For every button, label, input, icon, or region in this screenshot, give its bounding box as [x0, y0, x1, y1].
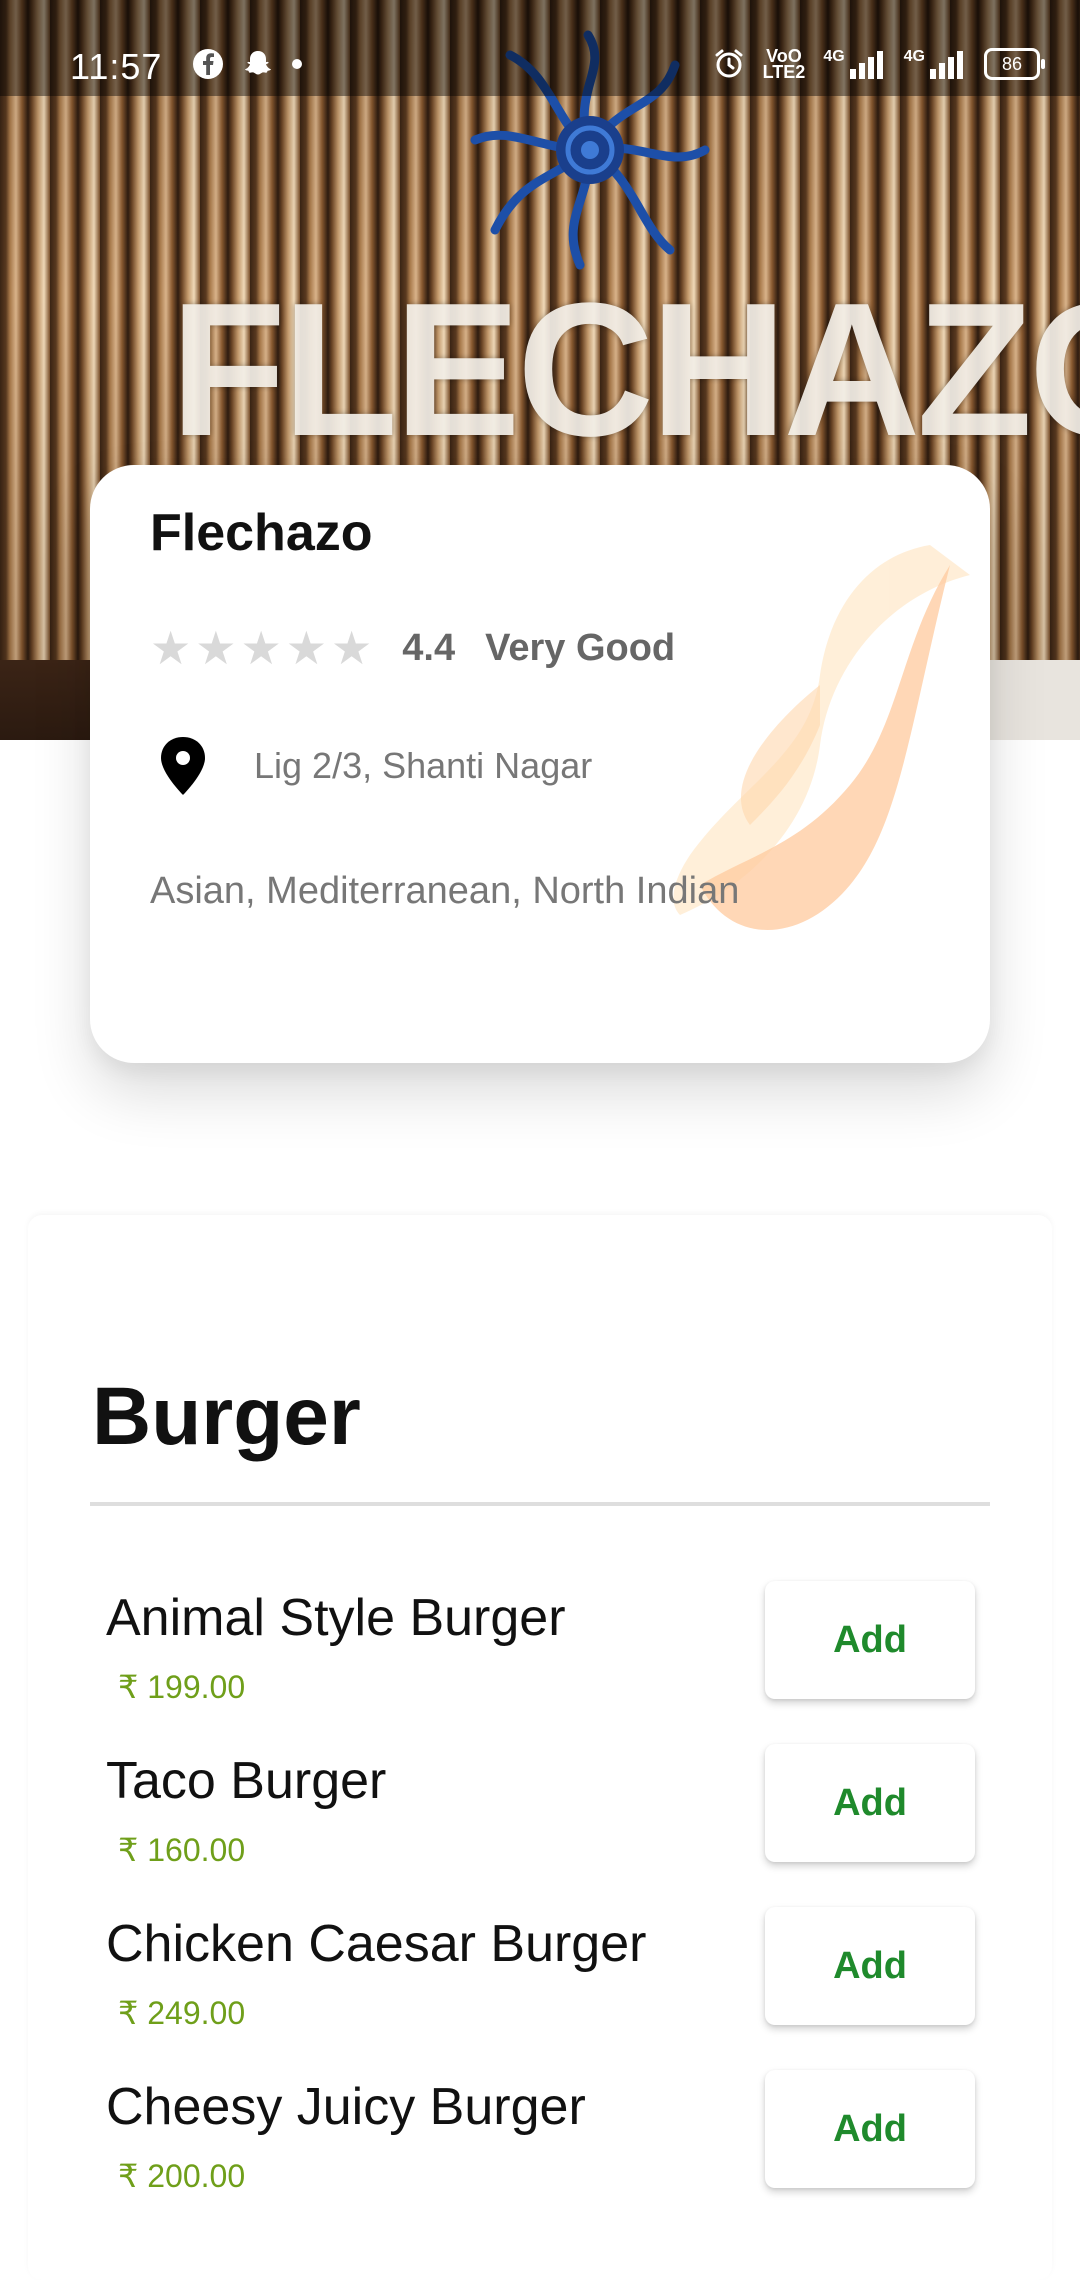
- snapchat-icon: [245, 51, 271, 75]
- menu-item-price: ₹ 249.00: [118, 1995, 246, 2031]
- restaurant-address: Lig 2/3, Shanti Nagar: [254, 745, 593, 786]
- rating-label: Very Good: [485, 626, 676, 669]
- menu-item-price: ₹ 160.00: [118, 1832, 246, 1868]
- location-pin-icon: [161, 737, 205, 795]
- signal-2: 4G: [904, 49, 966, 79]
- menu-item: Cheesy Juicy Burger ₹ 200.00 Add: [0, 2070, 1080, 2240]
- battery-icon: 86: [984, 48, 1045, 80]
- volte-indicator: VoO LTE2: [762, 47, 806, 82]
- network-type-2: 4G: [903, 48, 925, 65]
- menu-item-price: ₹ 199.00: [118, 1669, 246, 1705]
- flame-logo-icon: [673, 545, 970, 930]
- menu-item: Animal Style Burger ₹ 199.00 Add: [0, 1581, 1080, 1751]
- menu-item-name: Cheesy Juicy Burger: [106, 2078, 586, 2136]
- signal-bars-icon: [849, 51, 883, 79]
- add-button[interactable]: Add: [765, 1581, 975, 1699]
- menu-item-name: Taco Burger: [106, 1752, 387, 1810]
- menu-section-title: Burger: [92, 1371, 361, 1462]
- menu-item: Taco Burger ₹ 160.00 Add: [0, 1744, 1080, 1914]
- menu-item-name: Chicken Caesar Burger: [106, 1915, 647, 1973]
- notification-icons: [192, 48, 302, 80]
- restaurant-info-card: Flechazo ★ ★ ★ ★ ★ 4.4 Very Good Lig 2/3…: [90, 465, 990, 1063]
- add-button[interactable]: Add: [765, 2070, 975, 2188]
- alarm-icon: [715, 49, 743, 78]
- rating-stars: ★ ★ ★ ★ ★: [150, 625, 372, 671]
- address-row: Lig 2/3, Shanti Nagar: [158, 735, 592, 797]
- star-icon: ★: [331, 622, 373, 674]
- restaurant-cuisines: Asian, Mediterranean, North Indian: [150, 870, 740, 912]
- more-notifications-dot: [292, 59, 302, 69]
- star-icon: ★: [195, 622, 237, 674]
- hero-sign-text: FLECHAZO: [170, 264, 1080, 476]
- system-icons: VoO LTE2 4G 4G 86: [713, 47, 1045, 82]
- section-divider: [90, 1502, 990, 1506]
- status-bar: 11:57 VoO LTE2 4G 4G 86: [0, 0, 1080, 96]
- signal-bars-icon: [930, 51, 963, 79]
- status-time: 11:57: [70, 46, 163, 87]
- add-button[interactable]: Add: [765, 1907, 975, 2025]
- star-icon: ★: [240, 622, 282, 674]
- rating-value: 4.4: [402, 626, 456, 669]
- add-button[interactable]: Add: [765, 1744, 975, 1862]
- menu-item-name: Animal Style Burger: [106, 1589, 566, 1647]
- rating-row: ★ ★ ★ ★ ★ 4.4 Very Good: [150, 625, 675, 671]
- restaurant-name: Flechazo: [150, 504, 373, 562]
- signal-1: 4G: [823, 49, 885, 79]
- volte-label-bottom: LTE2: [762, 62, 806, 82]
- star-icon: ★: [285, 622, 327, 674]
- star-icon: ★: [150, 622, 192, 674]
- network-type-1: 4G: [823, 48, 845, 65]
- menu-item: Chicken Caesar Burger ₹ 249.00 Add: [0, 1907, 1080, 2077]
- facebook-icon: [193, 49, 223, 79]
- menu-item-price: ₹ 200.00: [118, 2158, 246, 2194]
